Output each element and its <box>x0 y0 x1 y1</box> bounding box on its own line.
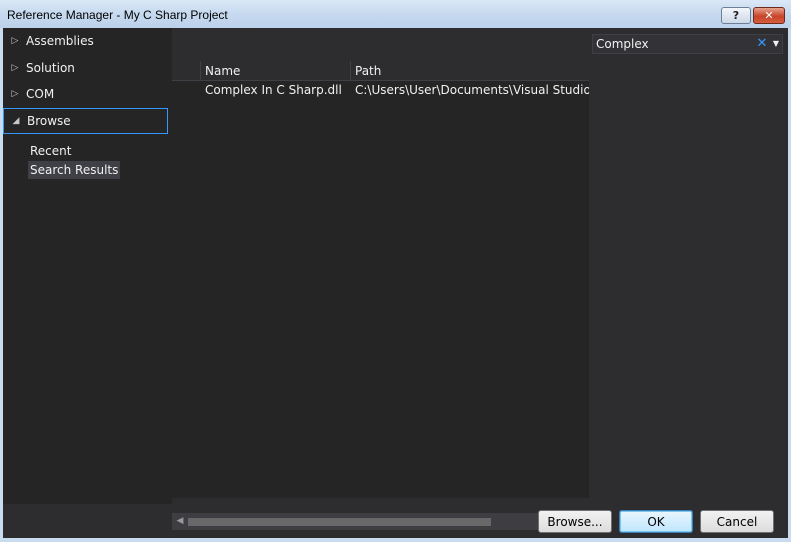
nav-subitem-recent[interactable]: Recent <box>28 142 73 160</box>
scroll-left-icon[interactable]: ◀ <box>173 513 187 530</box>
cell-path: C:\Users\User\Documents\Visual Studio 20… <box>355 83 589 97</box>
column-header-path[interactable]: Path <box>350 61 589 81</box>
list-header: Name Path <box>172 61 589 81</box>
expanded-arrow-icon: ◢ <box>12 116 20 126</box>
nav-item-label: Solution <box>26 61 75 75</box>
close-button[interactable]: ✕ <box>753 7 785 24</box>
results-list: Name Path Complex In C Sharp.dll C:\User… <box>172 61 589 530</box>
ok-button[interactable]: OK <box>619 510 693 533</box>
window-title: Reference Manager - My C Sharp Project <box>7 8 228 22</box>
nav-subitem-search-results[interactable]: Search Results <box>28 161 121 179</box>
nav-item-com[interactable]: ▷ COM <box>3 81 168 107</box>
nav-item-solution[interactable]: ▷ Solution <box>3 55 168 81</box>
collapsed-arrow-icon: ▷ <box>11 36 19 46</box>
scrollbar-thumb[interactable] <box>188 518 491 526</box>
nav-item-assemblies[interactable]: ▷ Assemblies <box>3 28 168 54</box>
nav-item-browse[interactable]: ◢ Browse <box>3 108 168 134</box>
cancel-button[interactable]: Cancel <box>700 510 774 533</box>
table-row[interactable]: Complex In C Sharp.dll C:\Users\User\Doc… <box>172 81 589 99</box>
horizontal-scrollbar[interactable]: ◀ ▶ <box>172 513 589 530</box>
cell-name: Complex In C Sharp.dll <box>205 83 342 97</box>
collapsed-arrow-icon: ▷ <box>11 89 19 99</box>
search-input[interactable] <box>596 36 748 52</box>
nav-item-label: COM <box>26 87 55 101</box>
browse-button[interactable]: Browse... <box>538 510 612 533</box>
chevron-down-icon[interactable]: ▼ <box>770 36 782 52</box>
search-box: ✕ ▼ <box>592 34 783 54</box>
dialog-client: ▷ Assemblies ▷ Solution ▷ COM ◢ Browse R… <box>3 28 788 538</box>
help-button[interactable]: ? <box>721 7 751 24</box>
nav-item-label: Browse <box>27 114 71 128</box>
collapsed-arrow-icon: ▷ <box>11 63 19 73</box>
title-bar: Reference Manager - My C Sharp Project ?… <box>0 0 791 28</box>
left-navigation: ▷ Assemblies ▷ Solution ▷ COM ◢ Browse R… <box>3 28 172 504</box>
clear-icon[interactable]: ✕ <box>756 36 768 52</box>
column-header-name[interactable]: Name <box>200 61 348 81</box>
nav-item-label: Assemblies <box>26 34 94 48</box>
